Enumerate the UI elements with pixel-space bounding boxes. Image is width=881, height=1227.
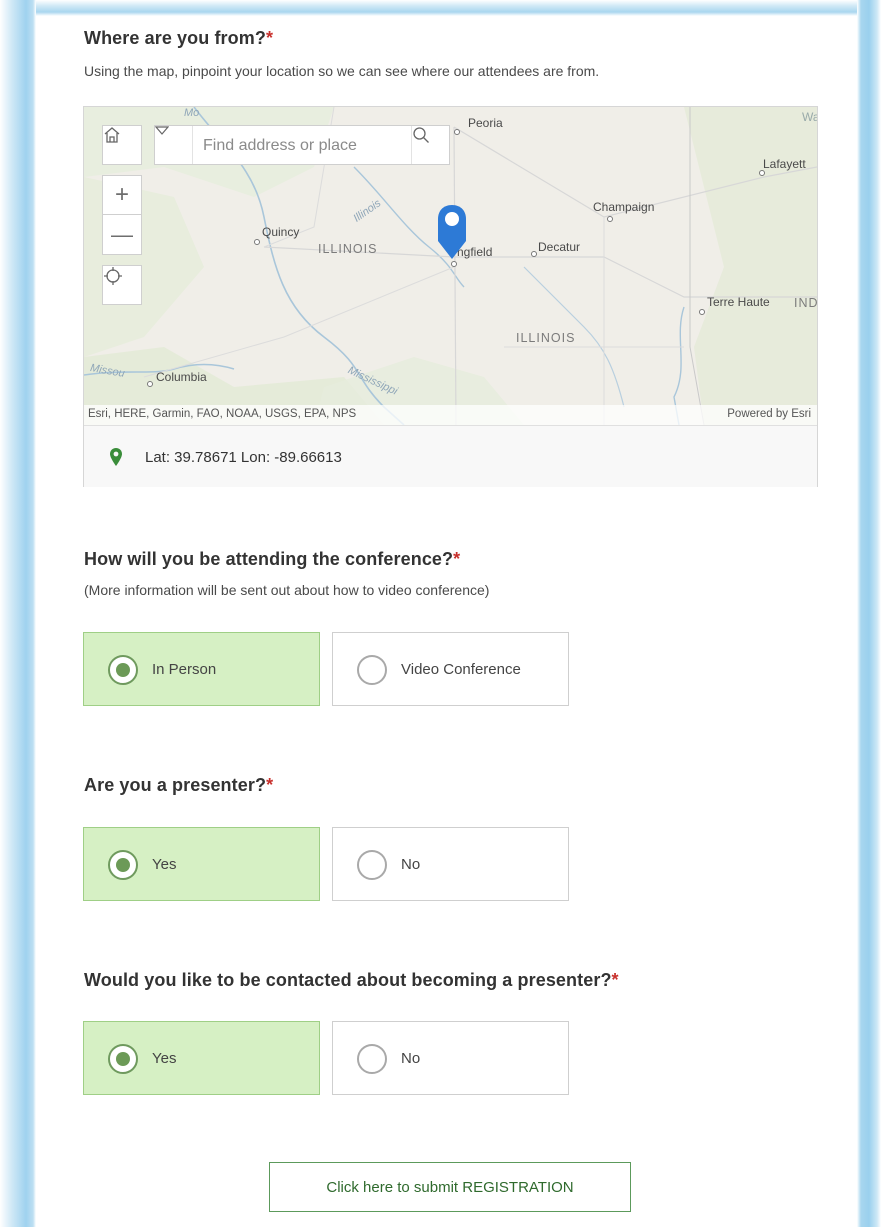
zoom-out-icon: — bbox=[111, 221, 133, 247]
question-location-subtitle: Using the map, pinpoint your location so… bbox=[84, 63, 600, 79]
radio-selected-icon bbox=[108, 655, 138, 685]
option-video-conference[interactable]: Video Conference bbox=[332, 632, 569, 706]
option-presenter-no[interactable]: No bbox=[332, 827, 569, 901]
question-attendance-text: How will you be attending the conference… bbox=[84, 549, 454, 569]
search-icon bbox=[413, 127, 429, 143]
question-attendance-subtitle: (More information will be sent out about… bbox=[84, 582, 490, 598]
window-glow-top bbox=[0, 0, 881, 16]
zoom-in-button[interactable]: + bbox=[102, 175, 142, 215]
question-contact-title: Would you like to be contacted about bec… bbox=[84, 970, 619, 991]
map-label-illinois-west: ILLINOIS bbox=[318, 242, 378, 256]
required-asterisk: * bbox=[266, 775, 274, 795]
radio-selected-icon bbox=[108, 1044, 138, 1074]
map-label-peoria: Peoria bbox=[468, 116, 503, 130]
option-in-person[interactable]: In Person bbox=[83, 632, 320, 706]
search-source-dropdown[interactable] bbox=[155, 126, 193, 164]
map-search-widget: Find address or place bbox=[154, 125, 450, 165]
map-label-lafayette: Lafayett bbox=[763, 157, 806, 171]
required-asterisk: * bbox=[611, 970, 619, 990]
question-location-text: Where are you from? bbox=[84, 28, 266, 48]
map-search-button[interactable] bbox=[411, 126, 449, 164]
option-label: Yes bbox=[152, 1050, 177, 1067]
powered-by-esri-link[interactable]: Powered by Esri bbox=[727, 408, 811, 420]
question-attendance-title: How will you be attending the conference… bbox=[84, 549, 460, 570]
map-label-decatur: Decatur bbox=[538, 240, 581, 254]
required-asterisk: * bbox=[453, 549, 461, 569]
question-location-title: Where are you from?* bbox=[84, 28, 273, 49]
option-label: In Person bbox=[152, 661, 217, 678]
option-presenter-yes[interactable]: Yes bbox=[83, 827, 320, 901]
map-canvas[interactable]: Peoria Wa Mo Lafayett Champaign Illinois… bbox=[84, 107, 817, 425]
locate-button[interactable] bbox=[102, 265, 142, 305]
radio-selected-icon bbox=[108, 850, 138, 880]
zoom-in-icon: + bbox=[114, 181, 129, 208]
page-frame: Where are you from?* Using the map, pinp… bbox=[0, 0, 881, 1227]
map-label-wa: Wa bbox=[802, 110, 817, 124]
locate-icon bbox=[104, 267, 122, 285]
radio-unselected-icon bbox=[357, 655, 387, 685]
question-presenter-text: Are you a presenter? bbox=[84, 775, 267, 795]
option-label: Video Conference bbox=[401, 661, 521, 678]
map-label-indiana: IND bbox=[794, 296, 817, 310]
map-attribution-text: Esri, HERE, Garmin, FAO, NOAA, USGS, EPA… bbox=[88, 408, 357, 420]
map-label-quincy: Quincy bbox=[262, 225, 300, 239]
map-attribution-bar: Esri, HERE, Garmin, FAO, NOAA, USGS, EPA… bbox=[84, 405, 817, 425]
option-label: No bbox=[401, 1050, 421, 1067]
map-label-columbia: Columbia bbox=[156, 370, 207, 384]
option-contact-no[interactable]: No bbox=[332, 1021, 569, 1095]
map-label-champaign: Champaign bbox=[593, 200, 655, 214]
radio-unselected-icon bbox=[357, 850, 387, 880]
location-map-widget: Peoria Wa Mo Lafayett Champaign Illinois… bbox=[83, 106, 818, 487]
submit-registration-button[interactable]: Click here to submit REGISTRATION bbox=[269, 1162, 631, 1212]
required-asterisk: * bbox=[265, 28, 274, 48]
dropdown-icon bbox=[155, 126, 169, 135]
map-label-illinois-east: ILLINOIS bbox=[516, 331, 576, 345]
question-contact-text: Would you like to be contacted about bec… bbox=[84, 970, 612, 990]
option-label: Yes bbox=[152, 856, 177, 873]
question-presenter-title: Are you a presenter?* bbox=[84, 775, 273, 796]
radio-unselected-icon bbox=[357, 1044, 387, 1074]
map-search-input[interactable]: Find address or place bbox=[203, 137, 357, 155]
window-glow-right bbox=[857, 0, 881, 1227]
coordinates-readout: Lat: 39.78671 Lon: -89.66613 bbox=[84, 425, 817, 487]
zoom-out-button[interactable]: — bbox=[102, 215, 142, 255]
map-label-terre-haute: Terre Haute bbox=[707, 295, 770, 309]
option-contact-yes[interactable]: Yes bbox=[83, 1021, 320, 1095]
map-home-button[interactable] bbox=[102, 125, 142, 165]
home-icon bbox=[104, 127, 120, 143]
coordinates-text: Lat: 39.78671 Lon: -89.66613 bbox=[145, 449, 342, 466]
map-marker-icon bbox=[110, 448, 122, 466]
window-glow-left bbox=[0, 0, 36, 1227]
location-pin-icon[interactable] bbox=[436, 203, 468, 263]
map-label-mo: Mo bbox=[184, 107, 200, 119]
option-label: No bbox=[401, 856, 421, 873]
